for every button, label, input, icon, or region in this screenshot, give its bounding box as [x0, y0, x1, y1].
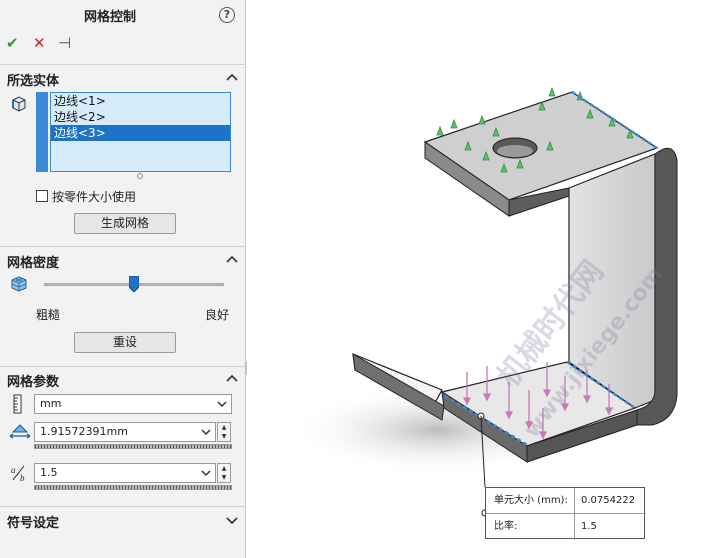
divider — [0, 366, 246, 367]
element-size-ruler[interactable] — [34, 444, 232, 449]
list-item[interactable]: 边线<1> — [51, 93, 230, 109]
element-size-input[interactable]: 1.91572391mm — [34, 422, 216, 442]
stepper-down-icon[interactable]: ▼ — [218, 473, 230, 482]
list-item[interactable]: 边线<3> — [51, 125, 230, 141]
callout-ratio-value: 1.5 — [581, 521, 597, 532]
divider — [0, 506, 246, 507]
mesh-params-heading: 网格参数 — [7, 375, 60, 390]
element-size-icon — [9, 424, 31, 439]
ruler-icon — [13, 394, 22, 414]
cancel-icon[interactable]: ✕ — [33, 34, 46, 52]
ratio-stepper[interactable]: ▲ ▼ — [217, 463, 231, 483]
selection-focus-bar — [36, 92, 48, 172]
svg-text:b: b — [20, 473, 25, 482]
edge-selection-icon — [12, 96, 26, 112]
element-size-value: 1.91572391mm — [40, 425, 128, 438]
help-icon[interactable]: ? — [219, 7, 235, 23]
collapse-chevron-icon[interactable] — [226, 72, 238, 84]
coarse-label: 粗糙 — [36, 308, 61, 322]
ok-icon[interactable]: ✔ — [6, 34, 19, 52]
mesh-control-panel: 网格控制 ? ✔ ✕ ⊣ 所选实体 边线<1> 边线<2> 边线<3> 按零件大… — [0, 0, 246, 558]
panel-title: 网格控制 — [83, 10, 136, 25]
use-part-size-checkbox[interactable] — [36, 190, 48, 202]
reset-button[interactable]: 重设 — [74, 332, 176, 353]
mesh-density-slider-thumb[interactable] — [129, 276, 139, 292]
chevron-down-icon[interactable] — [201, 428, 211, 436]
callout-element-size-value: 0.0754222 — [581, 495, 636, 506]
ratio-value: 1.5 — [40, 466, 58, 479]
divider — [0, 64, 246, 65]
symbol-settings-heading: 符号设定 — [7, 516, 60, 531]
use-part-size-label: 按零件大小使用 — [52, 190, 137, 204]
callout-element-size-label: 单元大小 (mm): — [494, 495, 568, 506]
ratio-input[interactable]: 1.5 — [34, 463, 216, 483]
mesh-callout[interactable]: 单元大小 (mm): 0.0754222 比率: 1.5 — [485, 487, 646, 540]
ratio-icon: a b — [11, 465, 25, 482]
ratio-ruler[interactable] — [34, 485, 232, 490]
divider — [0, 246, 246, 247]
callout-ratio-label: 比率: — [494, 521, 518, 532]
create-mesh-button[interactable]: 生成网格 — [74, 213, 176, 234]
mesh-density-heading: 网格密度 — [7, 256, 60, 271]
svg-text:a: a — [11, 465, 16, 475]
graphics-viewport[interactable]: 机械时代网 www.jixiege.com 单元大小 (mm): 0.07542… — [247, 0, 711, 558]
pin-icon[interactable]: ⊣ — [58, 34, 71, 52]
collapse-chevron-icon[interactable] — [226, 373, 238, 385]
collapse-chevron-icon[interactable] — [226, 254, 238, 266]
stepper-up-icon[interactable]: ▲ — [218, 464, 230, 473]
fine-label: 良好 — [205, 308, 230, 322]
list-resize-handle[interactable] — [137, 173, 143, 179]
chevron-down-icon[interactable] — [201, 469, 211, 477]
stepper-down-icon[interactable]: ▼ — [218, 432, 230, 441]
selected-entities-heading: 所选实体 — [7, 74, 60, 89]
expand-chevron-icon[interactable] — [226, 514, 238, 526]
mesh-density-icon — [11, 276, 27, 292]
element-size-stepper[interactable]: ▲ ▼ — [217, 422, 231, 442]
selected-entities-list[interactable]: 边线<1> 边线<2> 边线<3> — [50, 92, 231, 172]
chevron-down-icon — [217, 401, 227, 408]
unit-select[interactable]: mm — [34, 394, 232, 414]
list-item[interactable]: 边线<2> — [51, 109, 230, 125]
top-plate-hole-inner — [497, 145, 533, 157]
unit-value: mm — [40, 397, 62, 410]
stepper-up-icon[interactable]: ▲ — [218, 423, 230, 432]
